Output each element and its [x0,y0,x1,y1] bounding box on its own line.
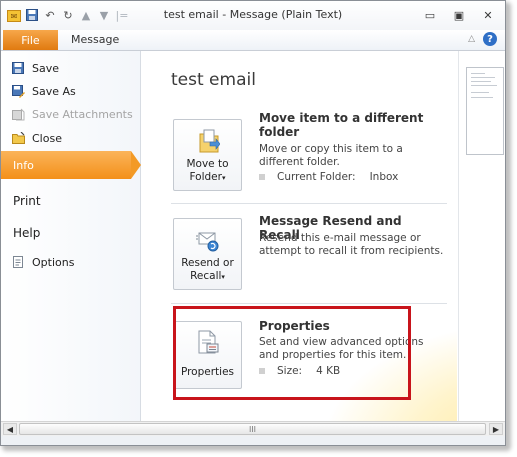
menu-item-close[interactable]: Close [1,130,140,146]
section-description: Move or copy this item to a different fo… [259,143,403,168]
menu-item-options[interactable]: Options [1,254,140,270]
thumbnail-line [471,73,485,74]
section-divider [171,303,447,304]
menu-item-label: Save Attachments [32,107,133,121]
menu-item-label: Save [32,61,60,75]
selected-indicator-arrow [131,151,141,179]
close-folder-icon [11,131,25,145]
up-arrow-icon[interactable]: ▲ [79,8,93,22]
highlight-box [173,306,411,400]
close-button[interactable]: ✕ [477,7,499,23]
save-icon[interactable] [25,8,39,22]
move-to-folder-label: Move to Folder▾ [174,158,241,185]
undo-icon[interactable]: ↶ [43,8,57,22]
maximize-button[interactable]: ▣ [448,7,470,23]
save-as-icon [11,84,25,98]
menu-item-help[interactable]: Help [1,224,152,242]
section-move-item: Move to Folder▾ Move item to a different… [171,111,447,201]
move-to-folder-icon [196,128,221,154]
meta-value: Inbox [369,171,399,183]
menu-item-label: Info [13,158,34,172]
tab-file[interactable]: File [3,30,58,50]
menu-item-label: Close [32,131,62,145]
current-folder-info: Current Folder: Inbox [259,171,398,183]
menu-item-save-as[interactable]: Save As [1,83,140,99]
menu-item-label: Print [13,194,41,208]
menu-item-label: Options [32,255,75,269]
button-label-line1: Resend or [181,257,234,269]
minimize-button[interactable]: ▭ [419,7,441,23]
button-label-line2: Folder [189,171,222,183]
collapse-ribbon-icon[interactable]: △ [468,34,475,44]
scroll-right-icon[interactable]: ▶ [489,423,503,435]
section-description: Resend this e-mail message or attempt to… [259,232,444,257]
dropdown-arrow-icon: ▾ [221,174,226,182]
thumbnail-line [471,97,493,98]
horizontal-scrollbar[interactable]: ◀ III ▶ [1,421,505,436]
button-label-line1: Move to [186,158,229,170]
menu-item-save[interactable]: Save [1,60,140,76]
ribbon-right-controls: △ ? [468,32,497,46]
info-content: test email Move to Folder▾ Move item to … [141,51,457,421]
outlook-message-window: ✉ ↶ ↻ ▲ ▼ |= test email - Message (Plain… [0,0,506,446]
section-resend-recall: Resend or Recall▾ Message Resend and Rec… [171,214,447,299]
dropdown-arrow-icon: ▾ [221,273,225,281]
resend-recall-label: Resend or Recall▾ [174,257,241,284]
bullet-icon [259,174,265,180]
resend-recall-button[interactable]: Resend or Recall▾ [173,218,242,290]
save-icon [11,61,25,75]
help-icon[interactable]: ? [483,32,497,46]
move-to-folder-button[interactable]: Move to Folder▾ [173,119,242,191]
section-divider [171,203,447,204]
tab-message[interactable]: Message [71,33,119,46]
down-arrow-icon[interactable]: ▼ [97,8,111,22]
customize-quick-access-icon[interactable]: |= [115,8,129,22]
scrollbar-thumb[interactable]: III [19,423,486,435]
section-title: Move item to a different folder [259,111,424,139]
attachments-icon [11,107,25,121]
menu-item-info[interactable]: Info [1,151,131,179]
mail-icon[interactable]: ✉ [7,10,21,22]
menu-item-save-attachments: Save Attachments [1,106,140,122]
ribbon-tab-bar: File Message △ ? [1,30,505,51]
page-title: test email [171,70,256,90]
thumbnail-line [471,85,497,86]
thumbnail-line [471,92,489,93]
message-preview-thumbnail[interactable] [466,67,504,155]
preview-pane [458,51,505,421]
resend-recall-icon [196,227,220,253]
thumbnail-line [471,81,491,82]
options-icon [11,255,25,269]
menu-item-print[interactable]: Print [1,192,152,210]
scroll-left-icon[interactable]: ◀ [3,423,17,435]
meta-label: Current Folder: [277,171,356,183]
button-label-line2: Recall [190,270,222,282]
thumbnail-line [471,77,495,78]
menu-item-label: Save As [32,84,76,98]
title-bar: ✉ ↶ ↻ ▲ ▼ |= test email - Message (Plain… [1,1,505,30]
backstage-sidebar: Save Save As Save Attachments Close Info… [1,51,141,421]
redo-icon[interactable]: ↻ [61,8,75,22]
menu-item-label: Help [13,226,41,240]
status-bar [1,436,505,445]
